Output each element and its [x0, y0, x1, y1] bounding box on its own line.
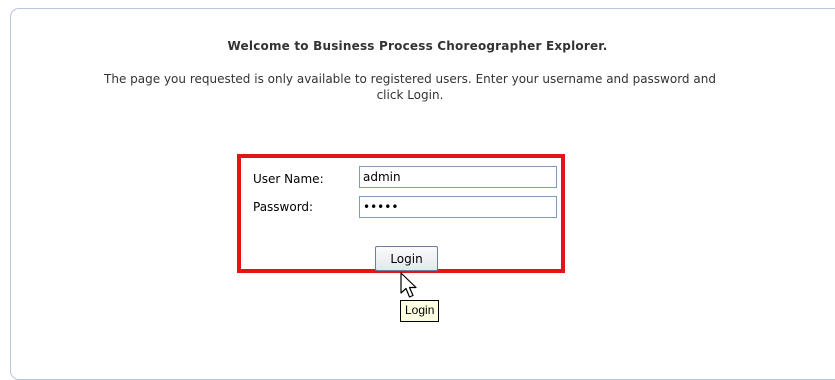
login-tooltip: Login [400, 300, 440, 322]
password-label: Password: [253, 200, 314, 214]
password-field[interactable] [359, 196, 557, 218]
username-label: User Name: [253, 172, 324, 186]
mouse-pointer-icon [400, 272, 417, 298]
welcome-message: The page you requested is only available… [104, 72, 716, 102]
username-field[interactable] [359, 166, 557, 188]
welcome-title: Welcome to Business Process Choreographe… [227, 39, 608, 53]
login-button[interactable]: Login [375, 246, 438, 271]
